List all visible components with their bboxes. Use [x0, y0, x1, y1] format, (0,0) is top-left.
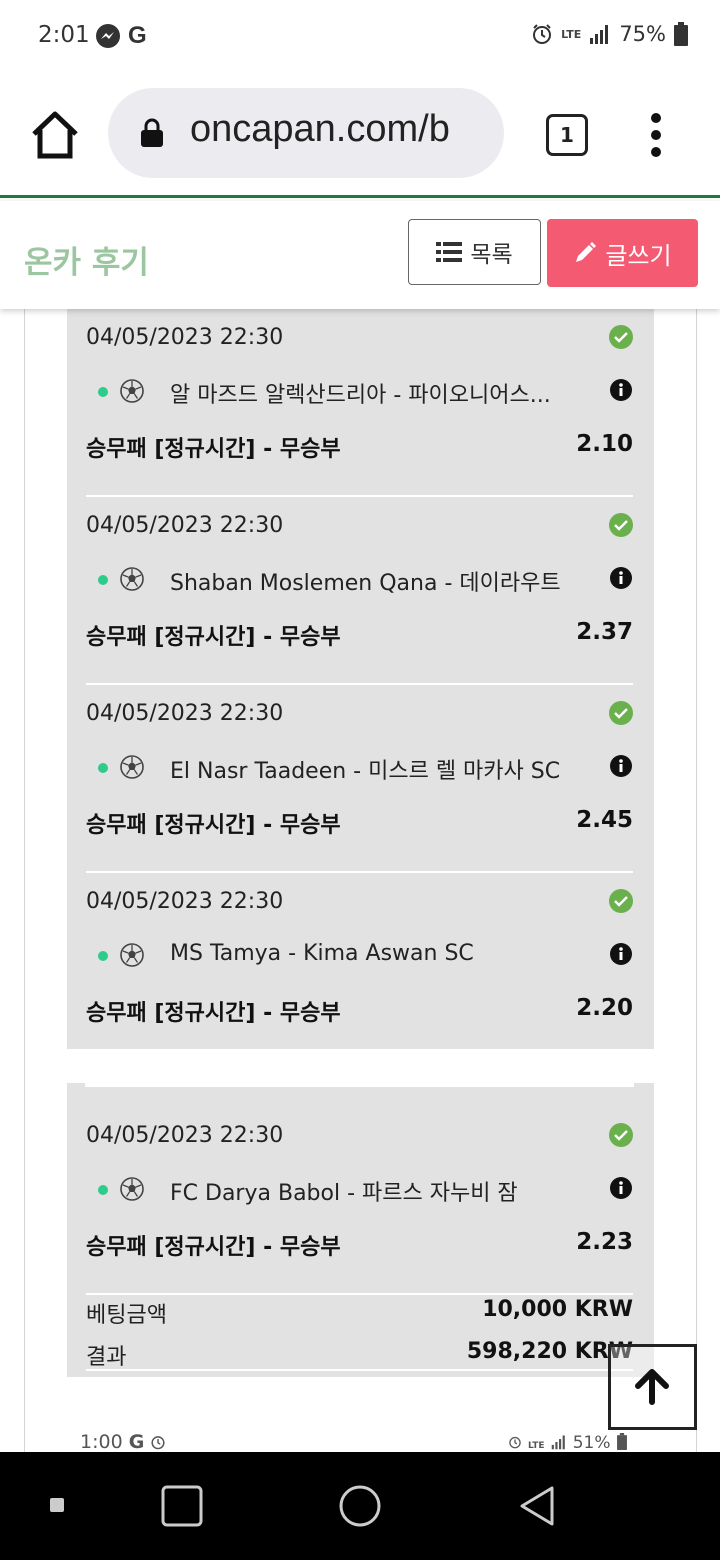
status-dot [98, 575, 108, 585]
info-icon[interactable] [610, 755, 632, 777]
bet-slip-card: 04/05/2023 22:30 FC Darya Babol - 파르스 자누… [67, 1083, 654, 1377]
soccer-ball-icon [120, 943, 144, 967]
circle-home-icon[interactable] [338, 1484, 382, 1528]
bet-date: 04/05/2023 22:30 [86, 1123, 284, 1148]
signal-icon [551, 1435, 565, 1450]
alarm-icon [533, 24, 552, 44]
url-text: oncapan.com/b [190, 108, 450, 150]
signal-icon [590, 25, 609, 44]
embedded-battery: 51% [572, 1433, 611, 1452]
check-icon [609, 1123, 633, 1147]
status-dot [98, 1185, 108, 1195]
match-name[interactable]: El Nasr Taadeen - 미스르 렐 마카사 SC [170, 753, 570, 785]
scroll-to-top-button[interactable] [608, 1344, 697, 1430]
status-time: 2:01 [38, 22, 90, 48]
messenger-icon [96, 24, 120, 48]
bet-item: 04/05/2023 22:30 El Nasr Taadeen - 미스르 렐… [86, 685, 633, 873]
stake-label: 베팅금액 [86, 1303, 167, 1328]
stake-value: 10,000 KRW [482, 1297, 633, 1322]
back-icon[interactable] [516, 1484, 560, 1528]
lock-icon [141, 118, 163, 147]
alarm-icon [509, 1436, 521, 1449]
battery-icon [674, 22, 688, 46]
status-dot [98, 951, 108, 961]
bet-market: 승무패 [정규시간] - 무승부 [86, 1235, 341, 1260]
bet-item: 04/05/2023 22:30 MS Tamya - Kima Aswan S… [86, 873, 633, 1061]
bet-odds: 2.10 [576, 431, 633, 457]
bet-market: 승무패 [정규시간] - 무승부 [86, 625, 341, 650]
status-dot [98, 763, 108, 773]
soccer-ball-icon [120, 1177, 144, 1201]
home-icon[interactable] [28, 108, 82, 162]
result-row: 결과 598,220 KRW [86, 1339, 633, 1371]
bet-market: 승무패 [정규시간] - 무승부 [86, 437, 341, 462]
bet-market: 승무패 [정규시간] - 무승부 [86, 1001, 341, 1026]
list-button-label: 목록 [470, 242, 513, 268]
bet-date: 04/05/2023 22:30 [86, 325, 284, 350]
match-name[interactable]: 알 마즈드 알렉산드리아 - 파이오니어스... [170, 377, 570, 409]
status-bar: 2:01 G LTE 75% [0, 0, 720, 72]
info-icon[interactable] [610, 567, 632, 589]
bet-date: 04/05/2023 22:30 [86, 701, 284, 726]
list-button[interactable]: 목록 [408, 219, 541, 285]
recents-icon[interactable] [46, 1494, 68, 1516]
embedded-network: LTE [528, 1441, 545, 1451]
bet-odds: 2.45 [576, 807, 633, 833]
soccer-ball-icon [120, 379, 144, 403]
overflow-menu-icon[interactable] [646, 110, 666, 160]
write-button[interactable]: 글쓰기 [547, 219, 698, 287]
pencil-icon [576, 242, 597, 262]
bet-item: 04/05/2023 22:30 알 마즈드 알렉산드리아 - 파이오니어스..… [86, 309, 633, 497]
result-label: 결과 [86, 1345, 127, 1370]
alarm-icon [151, 1436, 165, 1450]
battery-percent: 75% [619, 22, 666, 46]
embedded-screenshot-status: 1:00 G LTE 51% [0, 1429, 720, 1452]
check-icon [609, 889, 633, 913]
bet-odds: 2.23 [576, 1229, 633, 1255]
page-title: 온카 후기 [24, 245, 149, 281]
info-icon[interactable] [610, 1177, 632, 1199]
bet-odds: 2.37 [576, 619, 633, 645]
bet-market: 승무패 [정규시간] - 무승부 [86, 813, 341, 838]
soccer-ball-icon [120, 567, 144, 591]
content-area: 04/05/2023 22:30 알 마즈드 알렉산드리아 - 파이오니어스..… [0, 309, 720, 1452]
bet-item: 04/05/2023 22:30 FC Darya Babol - 파르스 자누… [86, 1107, 633, 1295]
home-nav-icon[interactable] [160, 1484, 204, 1528]
battery-icon [616, 1433, 627, 1450]
bet-item: 04/05/2023 22:30 Shaban Moslemen Qana - … [86, 497, 633, 685]
address-bar[interactable]: oncapan.com/b [108, 88, 504, 178]
match-name[interactable]: Shaban Moslemen Qana - 데이라우트 [170, 565, 570, 597]
match-name[interactable]: MS Tamya - Kima Aswan SC [170, 941, 570, 966]
browser-toolbar: oncapan.com/b 1 [0, 72, 720, 198]
google-icon: G [128, 22, 147, 49]
list-icon [436, 242, 463, 262]
info-icon[interactable] [610, 379, 632, 401]
check-icon [609, 325, 633, 349]
match-name[interactable]: FC Darya Babol - 파르스 자누비 잠 [170, 1175, 570, 1207]
check-icon [609, 701, 633, 725]
write-button-label: 글쓰기 [605, 241, 672, 270]
google-icon: G [128, 1431, 145, 1452]
system-navigation-bar [0, 1452, 720, 1560]
embedded-time: 1:00 [80, 1431, 123, 1452]
tabs-icon[interactable]: 1 [546, 114, 588, 156]
info-icon[interactable] [610, 943, 632, 965]
check-icon [609, 513, 633, 537]
network-type: LTE [561, 27, 582, 41]
arrow-up-icon [635, 1369, 669, 1405]
bet-odds: 2.20 [576, 995, 633, 1021]
status-dot [98, 387, 108, 397]
bet-date: 04/05/2023 22:30 [86, 889, 284, 914]
bet-date: 04/05/2023 22:30 [86, 513, 284, 538]
page-header: 온카 후기 목록 글쓰기 [0, 201, 720, 309]
bet-slip-card: 04/05/2023 22:30 알 마즈드 알렉산드리아 - 파이오니어스..… [67, 309, 654, 1061]
soccer-ball-icon [120, 755, 144, 779]
